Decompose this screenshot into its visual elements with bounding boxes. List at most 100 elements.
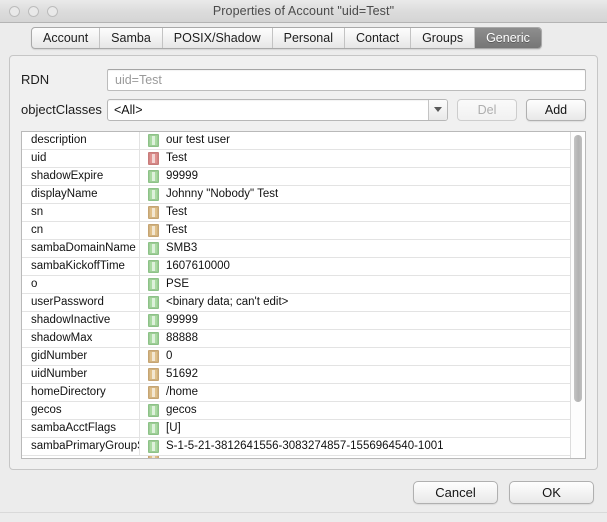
tab-generic[interactable]: Generic <box>475 28 541 48</box>
attribute-value[interactable]: 1607610000 <box>166 257 570 275</box>
attribute-name: sambaPrimaryGroupSID <box>22 437 140 455</box>
chevron-down-icon[interactable] <box>428 99 447 120</box>
attribute-value[interactable]: 99999 <box>166 311 570 329</box>
cancel-button[interactable]: Cancel <box>413 480 498 504</box>
attribute-value[interactable]: Test <box>166 203 570 221</box>
attributes-scrollbar[interactable] <box>570 131 585 459</box>
table-row[interactable]: shadowInactive 99999 <box>22 311 570 330</box>
rdn-row: RDN uid=Test <box>21 68 586 92</box>
table-row[interactable]: description our test user <box>22 131 570 150</box>
table-row[interactable]: sambaKickoffTime 1607610000 <box>22 257 570 276</box>
tab-personal[interactable]: Personal <box>273 28 345 48</box>
book-icon <box>147 455 159 459</box>
table-row-partial[interactable] <box>22 455 570 459</box>
attribute-name: gidNumber <box>22 347 140 365</box>
attribute-value[interactable]: Test <box>166 149 570 167</box>
table-row[interactable]: sambaPrimaryGroupSID S-1-5-21-3812641556-… <box>22 437 570 456</box>
table-row[interactable]: shadowExpire 99999 <box>22 167 570 186</box>
attribute-value[interactable]: our test user <box>166 132 570 150</box>
attribute-value[interactable]: PSE <box>166 275 570 293</box>
ok-button[interactable]: OK <box>509 480 594 504</box>
attribute-value[interactable]: /home <box>166 383 570 401</box>
attribute-value[interactable]: 99999 <box>166 167 570 185</box>
table-row[interactable]: sn Test <box>22 203 570 222</box>
attribute-name: homeDirectory <box>22 383 140 401</box>
attribute-value[interactable]: 51692 <box>166 365 570 383</box>
window-controls <box>9 0 58 22</box>
table-row[interactable]: gidNumber 0 <box>22 347 570 366</box>
attribute-type-icon <box>140 151 166 165</box>
book-icon <box>147 205 159 219</box>
attribute-type-icon <box>140 421 166 435</box>
table-row[interactable]: shadowMax 88888 <box>22 329 570 348</box>
table-row[interactable]: gecos gecos <box>22 401 570 420</box>
tab-samba[interactable]: Samba <box>100 28 163 48</box>
attribute-type-icon <box>140 455 166 459</box>
book-icon <box>147 385 159 399</box>
table-row[interactable]: userPassword <binary data; can't edit> <box>22 293 570 312</box>
attribute-name: uidNumber <box>22 365 140 383</box>
attribute-value[interactable]: <binary data; can't edit> <box>166 293 570 311</box>
tab-groups[interactable]: Groups <box>411 28 476 48</box>
del-button[interactable]: Del <box>457 98 517 121</box>
book-icon <box>147 169 159 183</box>
attribute-type-icon <box>140 277 166 291</box>
tab-contact[interactable]: Contact <box>345 28 412 48</box>
attribute-value[interactable]: 88888 <box>166 329 570 347</box>
attribute-name: description <box>22 131 140 149</box>
objectclasses-select[interactable]: <All> <box>107 98 448 121</box>
tab-account[interactable]: Account <box>32 28 101 48</box>
attribute-name: sambaKickoffTime <box>22 257 140 275</box>
table-row[interactable]: uid Test <box>22 149 570 168</box>
attribute-value[interactable]: 0 <box>166 347 570 365</box>
attribute-type-icon <box>140 367 166 381</box>
book-icon <box>147 421 159 435</box>
tab-posix-shadow[interactable]: POSIX/Shadow <box>163 28 273 48</box>
attribute-type-icon <box>140 439 166 453</box>
attribute-type-icon <box>140 385 166 399</box>
attribute-name: sambaDomainName <box>22 239 140 257</box>
attribute-value[interactable]: Johnny "Nobody" Test <box>166 185 570 203</box>
table-row[interactable]: sambaAcctFlags [U] <box>22 419 570 438</box>
book-icon <box>147 187 159 201</box>
attribute-value[interactable]: [U] <box>166 419 570 437</box>
minimize-button[interactable] <box>28 5 39 17</box>
objectclasses-selected-value: <All> <box>114 102 143 117</box>
attribute-value[interactable]: S-1-5-21-3812641556-3083274857-155696454… <box>166 437 570 455</box>
attribute-type-icon <box>140 349 166 363</box>
attribute-value[interactable]: Test <box>166 221 570 239</box>
attribute-type-icon <box>140 187 166 201</box>
attributes-scrollbar-thumb[interactable] <box>574 134 582 403</box>
attribute-type-icon <box>140 205 166 219</box>
attribute-type-icon <box>140 241 166 255</box>
attribute-name: shadowInactive <box>22 311 140 329</box>
table-row[interactable]: uidNumber 51692 <box>22 365 570 384</box>
attribute-name: shadowMax <box>22 329 140 347</box>
objectclasses-row: objectClasses <All> Del Add <box>21 98 586 122</box>
attribute-type-icon <box>140 403 166 417</box>
table-row[interactable]: o PSE <box>22 275 570 294</box>
attribute-value[interactable]: SMB3 <box>166 239 570 257</box>
table-row[interactable]: displayName Johnny "Nobody" Test <box>22 185 570 204</box>
properties-window: Properties of Account "uid=Test" Account… <box>0 0 607 522</box>
close-button[interactable] <box>9 5 20 17</box>
add-button[interactable]: Add <box>526 98 586 121</box>
attribute-type-icon <box>140 169 166 183</box>
attribute-type-icon <box>140 133 166 147</box>
attribute-name: userPassword <box>22 293 140 311</box>
table-row[interactable]: sambaDomainName SMB3 <box>22 239 570 258</box>
table-row[interactable]: homeDirectory/home <box>22 383 570 402</box>
table-row[interactable]: cn Test <box>22 221 570 240</box>
book-icon <box>147 151 159 165</box>
book-icon <box>147 241 159 255</box>
attribute-name: o <box>22 275 140 293</box>
book-icon <box>147 439 159 453</box>
window-titlebar: Properties of Account "uid=Test" <box>0 0 607 23</box>
zoom-button[interactable] <box>47 5 58 17</box>
window-title: Properties of Account "uid=Test" <box>212 4 395 18</box>
rdn-input[interactable]: uid=Test <box>107 68 586 91</box>
book-icon <box>147 367 159 381</box>
attribute-value[interactable]: gecos <box>166 401 570 419</box>
tab-bar: Account Samba POSIX/Shadow Personal Cont… <box>0 23 607 53</box>
attribute-name: cn <box>22 221 140 239</box>
